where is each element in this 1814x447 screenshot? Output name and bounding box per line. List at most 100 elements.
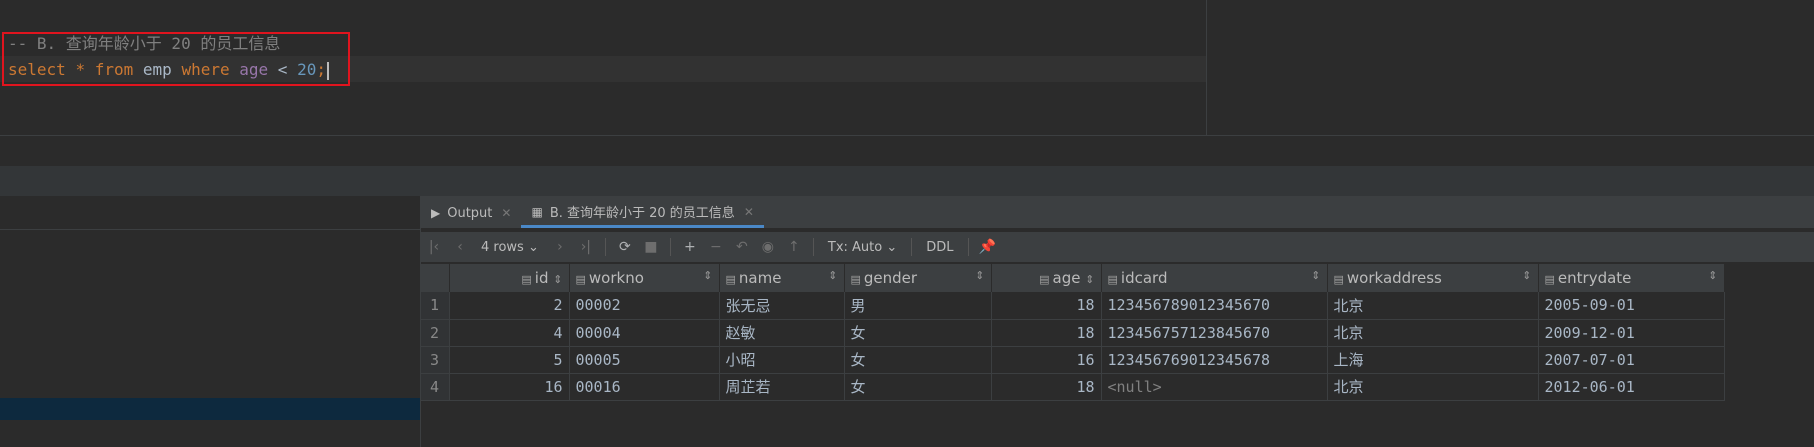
cell-idcard[interactable]: <null> xyxy=(1101,373,1328,401)
tab-query-result-label: B. 查询年龄小于 20 的员工信息 xyxy=(549,206,735,221)
sort-icon[interactable]: ⇕ xyxy=(1522,269,1531,282)
result-tabs: ▶ Output ✕ ▦ B. 查询年龄小于 20 的员工信息 ✕ xyxy=(421,196,1814,228)
column-icon: ▤ xyxy=(850,273,861,286)
cell-name[interactable]: 周芷若 xyxy=(719,373,845,401)
last-page-icon[interactable]: ›| xyxy=(573,239,599,255)
column-icon: ▤ xyxy=(1039,273,1050,286)
rows-count-dropdown[interactable]: 4 rows ⌄ xyxy=(473,240,547,255)
transaction-mode-dropdown[interactable]: Tx: Auto ⌄ xyxy=(820,240,905,255)
cell-workno[interactable]: 00004 xyxy=(569,319,720,347)
column-icon: ▤ xyxy=(1107,273,1118,286)
stop-icon[interactable]: ■ xyxy=(638,239,664,255)
cell-id[interactable]: 4 xyxy=(449,319,570,347)
table-icon: ▦ xyxy=(531,204,543,219)
cell-entrydate[interactable]: 2005-09-01 xyxy=(1538,292,1725,320)
annotation-highlight-box xyxy=(2,32,350,86)
cell-id[interactable]: 2 xyxy=(449,292,570,320)
column-header-label: age xyxy=(1052,269,1081,287)
cell-workno[interactable]: 00016 xyxy=(569,373,720,401)
cell-entrydate[interactable]: 2009-12-01 xyxy=(1538,319,1725,347)
row-number[interactable]: 1 xyxy=(421,292,450,320)
cell-id[interactable]: 5 xyxy=(449,346,570,374)
cell-gender[interactable]: 女 xyxy=(844,373,992,401)
transaction-mode-label: Tx: Auto xyxy=(827,239,883,255)
column-header-age[interactable]: ▤ age ⇕ xyxy=(991,264,1102,292)
cell-workaddress[interactable]: 上海 xyxy=(1327,346,1539,374)
sort-icon[interactable]: ⇕ xyxy=(975,269,984,282)
cell-workaddress[interactable]: 北京 xyxy=(1327,292,1539,320)
cell-name[interactable]: 张无忌 xyxy=(719,292,845,320)
column-header-gender[interactable]: ▤ gender ⇕ xyxy=(844,264,992,292)
next-page-icon[interactable]: › xyxy=(547,239,573,255)
cell-workaddress[interactable]: 北京 xyxy=(1327,319,1539,347)
cell-idcard[interactable]: 123456789012345670 xyxy=(1101,292,1328,320)
delete-row-icon[interactable]: − xyxy=(703,239,729,255)
cell-gender[interactable]: 女 xyxy=(844,319,992,347)
row-number[interactable]: 4 xyxy=(421,373,450,401)
cell-entrydate[interactable]: 2012-06-01 xyxy=(1538,373,1725,401)
cell-age[interactable]: 18 xyxy=(991,319,1102,347)
cell-gender[interactable]: 男 xyxy=(844,292,992,320)
column-header-entrydate[interactable]: ▤ entrydate ⇕ xyxy=(1538,264,1725,292)
sort-icon[interactable]: ⇕ xyxy=(828,269,837,282)
add-row-icon[interactable]: + xyxy=(677,239,703,255)
cell-id[interactable]: 16 xyxy=(449,373,570,401)
sort-icon[interactable]: ⇕ xyxy=(553,273,562,286)
left-panel-divider xyxy=(0,229,420,230)
column-header-workno[interactable]: ▤ workno ⇕ xyxy=(569,264,720,292)
ddl-button[interactable]: DDL xyxy=(918,240,961,255)
previous-page-icon[interactable]: ‹ xyxy=(447,239,473,255)
toolbar-separator xyxy=(604,238,606,256)
sql-editor[interactable]: -- B. 查询年龄小于 20 的员工信息 select * from emp … xyxy=(0,0,1814,136)
sort-icon[interactable]: ⇕ xyxy=(1708,269,1717,282)
preview-changes-icon[interactable]: ◉ xyxy=(755,239,781,255)
services-tree-panel[interactable] xyxy=(0,196,421,447)
column-header-label: workno xyxy=(588,269,644,287)
close-icon[interactable]: ✕ xyxy=(501,206,511,220)
column-header-label: gender xyxy=(863,269,918,287)
editor-right-margin xyxy=(1206,0,1207,136)
tab-output[interactable]: ▶ Output ✕ xyxy=(421,198,521,228)
column-header-label: entrydate xyxy=(1557,269,1632,287)
panel-splitter[interactable] xyxy=(0,166,1814,196)
cell-workno[interactable]: 00005 xyxy=(569,346,720,374)
column-header-idcard[interactable]: ▤ idcard ⇕ xyxy=(1101,264,1328,292)
cell-entrydate[interactable]: 2007-07-01 xyxy=(1538,346,1725,374)
cell-age[interactable]: 16 xyxy=(991,346,1102,374)
cell-age[interactable]: 18 xyxy=(991,373,1102,401)
submit-icon[interactable]: ↑ xyxy=(781,239,807,255)
editor-bottom-border xyxy=(0,135,1814,136)
row-number[interactable]: 3 xyxy=(421,346,450,374)
column-icon: ▤ xyxy=(521,273,532,286)
tab-output-label: Output xyxy=(447,205,493,221)
table-row[interactable]: 4 16 00016 周芷若 女 18 <null> 北京 2012-06-01 xyxy=(421,373,1725,401)
column-header-name[interactable]: ▤ name ⇕ xyxy=(719,264,845,292)
cell-idcard[interactable]: 123456757123845670 xyxy=(1101,319,1328,347)
sort-icon[interactable]: ⇕ xyxy=(1085,273,1094,286)
tree-selected-row[interactable] xyxy=(0,398,420,420)
column-header-id[interactable]: ▤ id ⇕ xyxy=(449,264,570,292)
column-header-workaddress[interactable]: ▤ workaddress ⇕ xyxy=(1327,264,1539,292)
table-row[interactable]: 2 4 00004 赵敏 女 18 123456757123845670 北京 … xyxy=(421,319,1725,347)
cell-age[interactable]: 18 xyxy=(991,292,1102,320)
sort-icon[interactable]: ⇕ xyxy=(1311,269,1320,282)
sort-icon[interactable]: ⇕ xyxy=(703,269,712,282)
rows-count-label: 4 rows xyxy=(481,239,524,255)
cell-name[interactable]: 赵敏 xyxy=(719,319,845,347)
result-grid: ▤ id ⇕ ▤ workno ⇕ ▤ name ⇕ ▤ gender ⇕ ▤ age ⇕ ▤ i… xyxy=(421,264,1725,401)
revert-icon[interactable]: ↶ xyxy=(729,239,755,255)
cell-idcard[interactable]: 123456769012345678 xyxy=(1101,346,1328,374)
row-number[interactable]: 2 xyxy=(421,319,450,347)
cell-name[interactable]: 小昭 xyxy=(719,346,845,374)
tab-query-result[interactable]: ▦ B. 查询年龄小于 20 的员工信息 ✕ xyxy=(521,198,764,228)
pin-icon[interactable]: 📌 xyxy=(975,239,1001,255)
cell-gender[interactable]: 女 xyxy=(844,346,992,374)
first-page-icon[interactable]: |‹ xyxy=(421,239,447,255)
close-icon[interactable]: ✕ xyxy=(744,205,754,219)
refresh-icon[interactable]: ⟳ xyxy=(612,239,638,255)
row-number-header xyxy=(421,264,450,292)
cell-workaddress[interactable]: 北京 xyxy=(1327,373,1539,401)
table-row[interactable]: 3 5 00005 小昭 女 16 123456769012345678 上海 … xyxy=(421,346,1725,374)
cell-workno[interactable]: 00002 xyxy=(569,292,720,320)
table-row[interactable]: 1 2 00002 张无忌 男 18 123456789012345670 北京… xyxy=(421,292,1725,320)
